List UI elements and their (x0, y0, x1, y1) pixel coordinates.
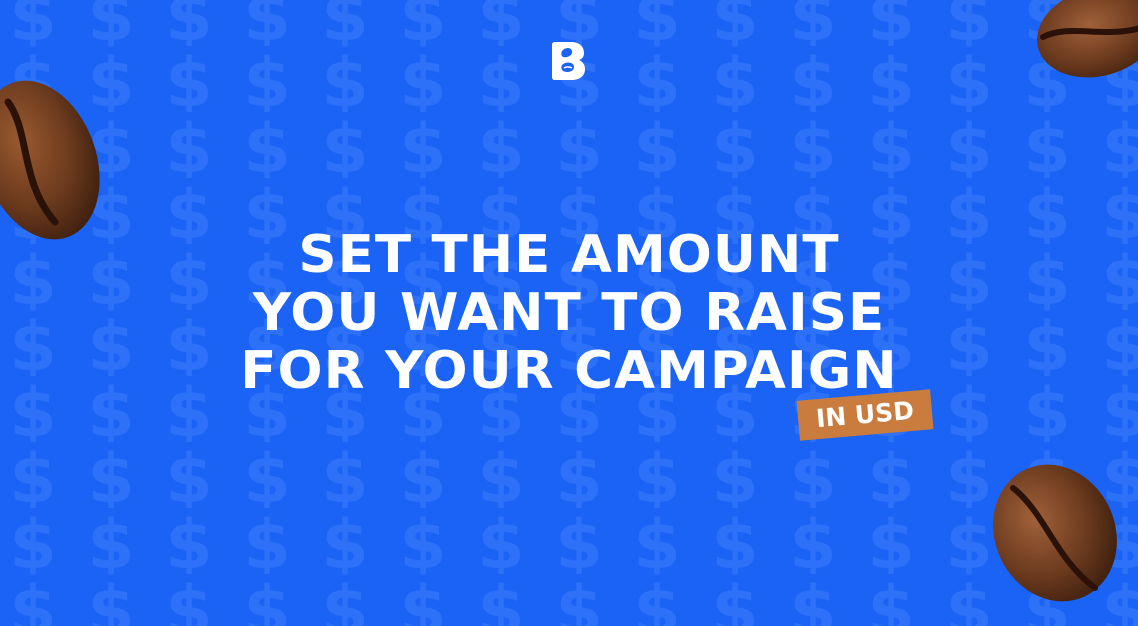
coffee-bean-icon (0, 80, 100, 240)
coffee-bean-icon (1037, 0, 1138, 78)
coffee-bean-icon (993, 464, 1117, 602)
letter-b-logo-icon (552, 42, 585, 80)
headline-line-2: YOU WANT TO RAISE (252, 283, 886, 343)
headline: SET THE AMOUNT YOU WANT TO RAISE FOR YOU… (0, 226, 1138, 400)
headline-line-1: SET THE AMOUNT (298, 225, 840, 285)
headline-line-3: FOR YOUR CAMPAIGN (240, 341, 898, 401)
